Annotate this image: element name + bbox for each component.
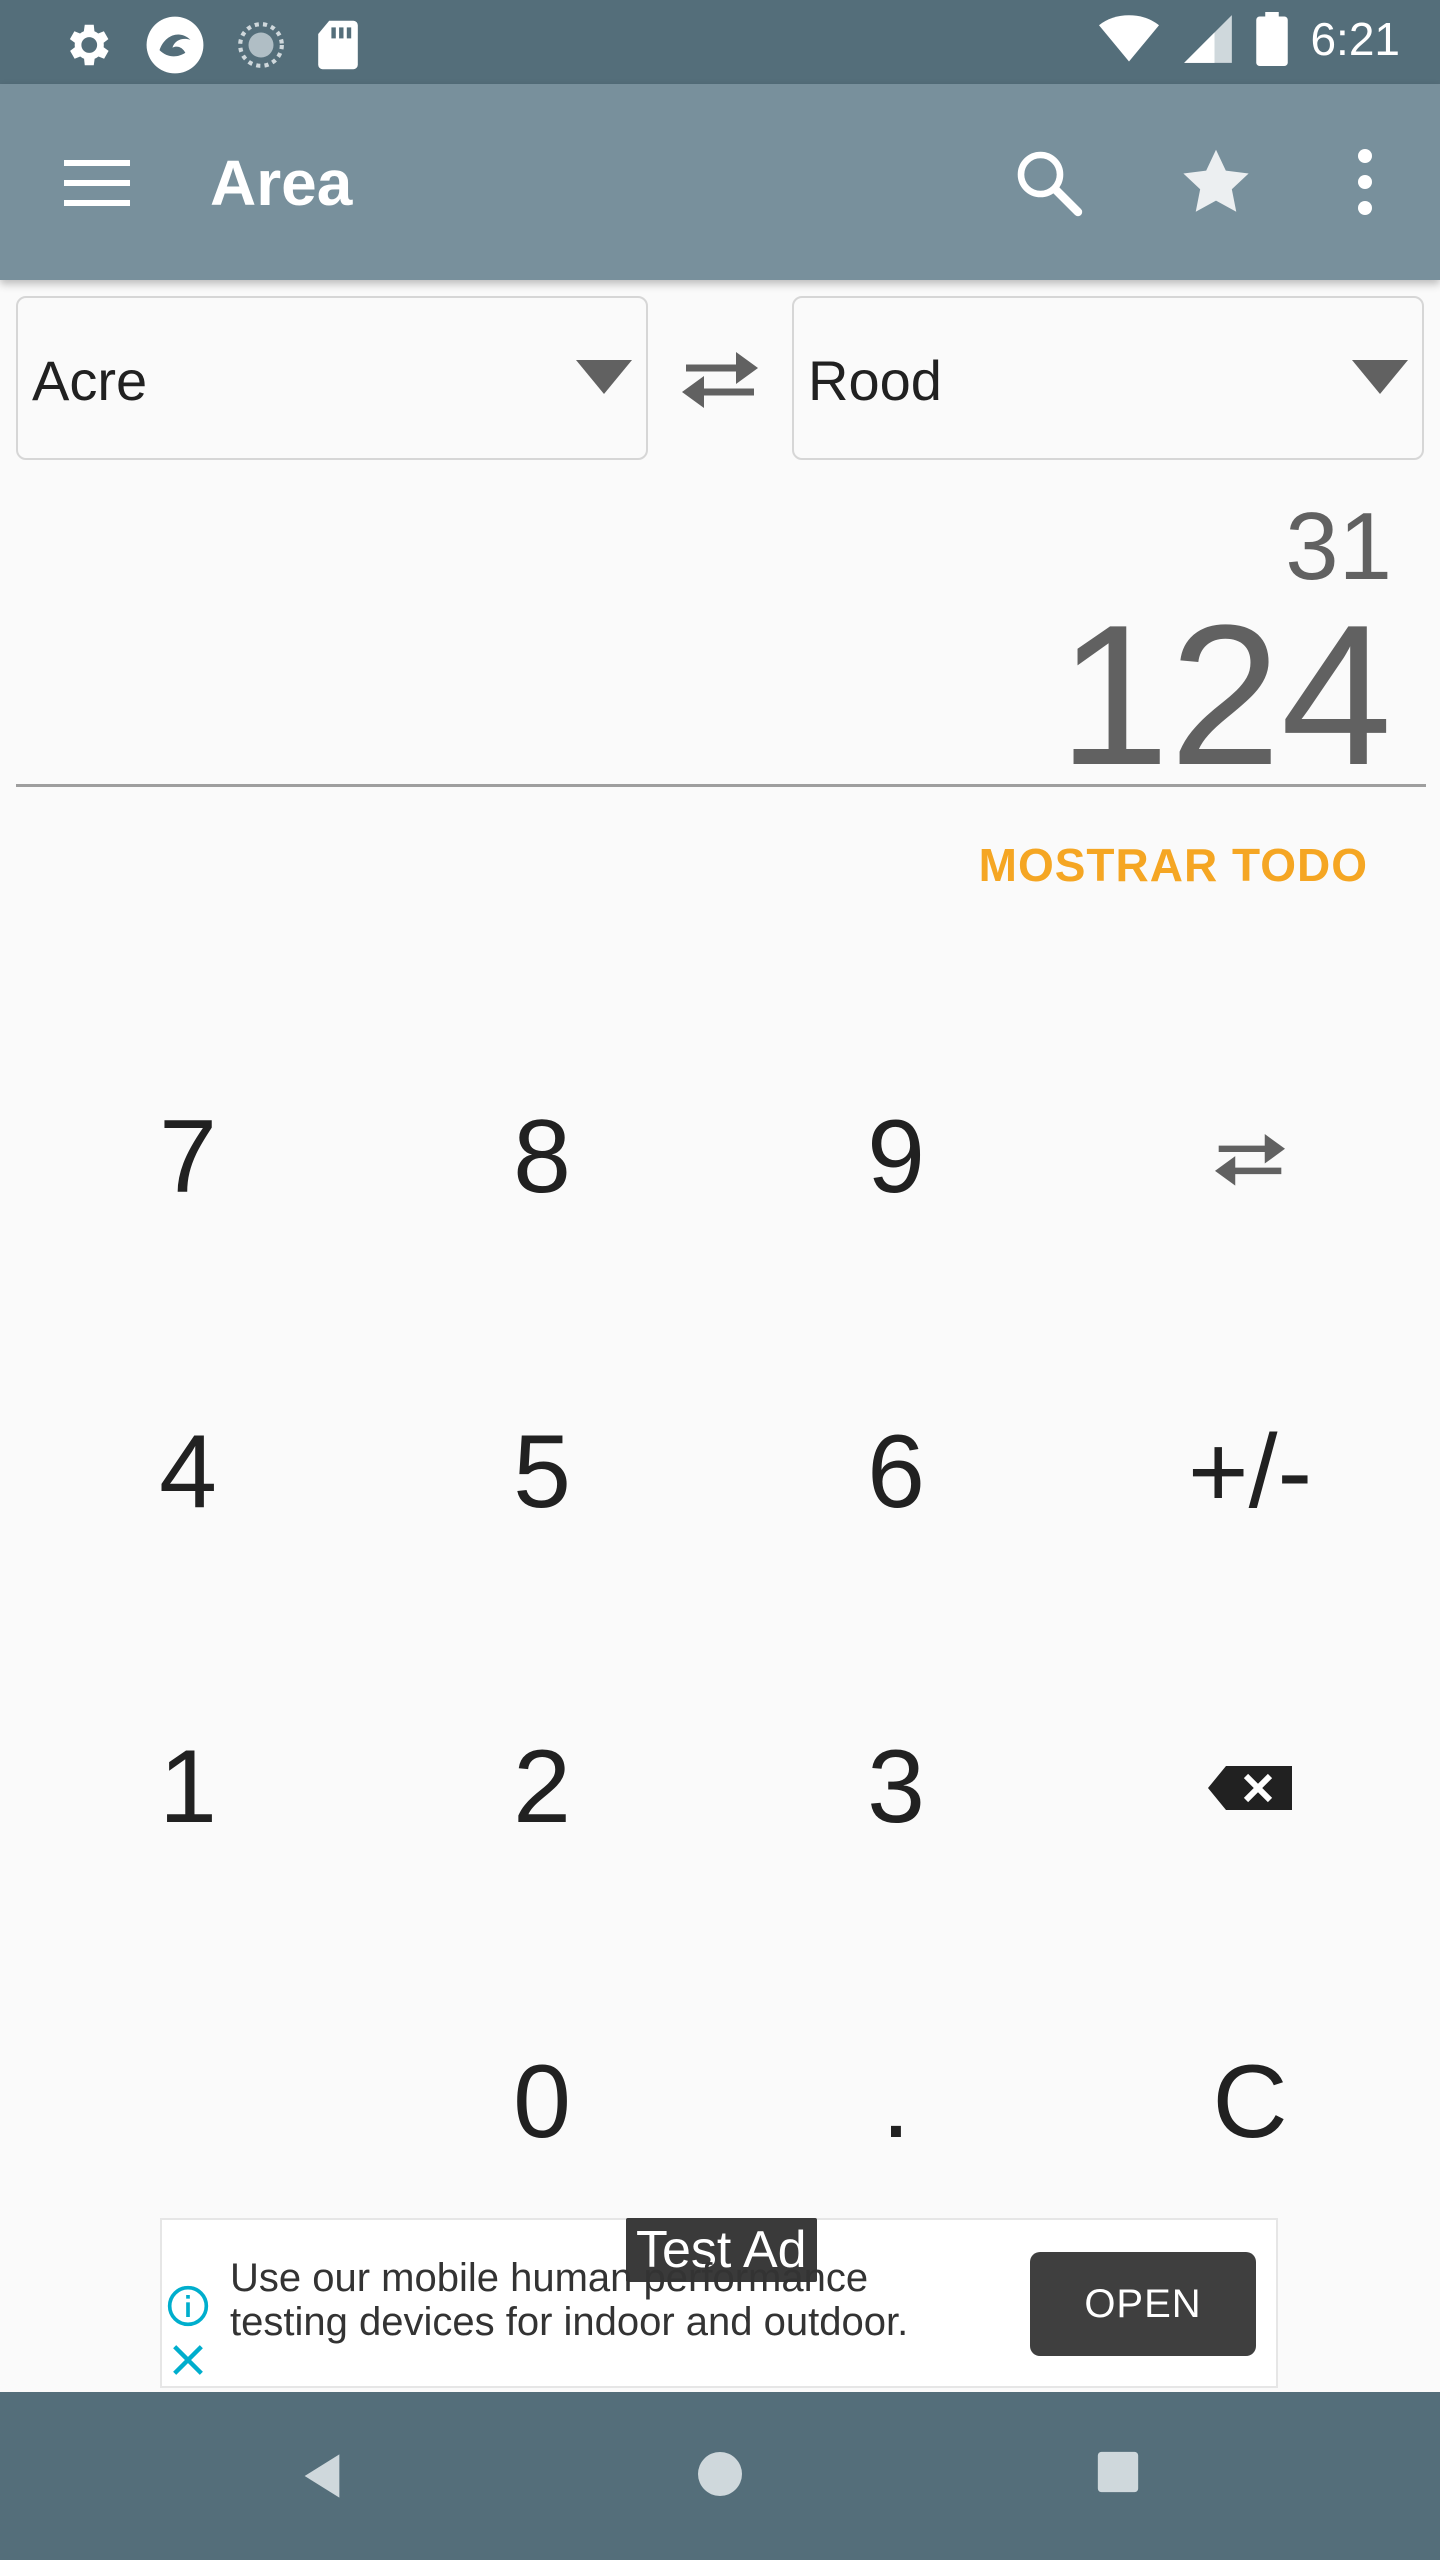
caret-down-icon xyxy=(1352,360,1408,394)
navigation-bar xyxy=(0,2392,1440,2560)
key-2[interactable]: 2 xyxy=(366,1630,718,1945)
result-value: 124 xyxy=(1058,584,1392,807)
key-0[interactable]: 0 xyxy=(366,1945,718,2260)
sd-card-icon xyxy=(318,20,358,70)
key-decimal[interactable]: . xyxy=(720,1945,1072,2260)
swap-icon xyxy=(1215,1133,1285,1186)
wifi-icon xyxy=(1099,15,1160,62)
status-right-icons: 6:21 xyxy=(1098,12,1400,66)
home-icon[interactable] xyxy=(696,2450,744,2498)
to-unit-dropdown[interactable]: Rood xyxy=(792,296,1424,460)
key-backspace[interactable] xyxy=(1074,1630,1426,1945)
more-vert-icon[interactable] xyxy=(1340,146,1390,218)
from-unit-dropdown[interactable]: Acre xyxy=(16,296,648,460)
status-left-icons xyxy=(60,14,360,76)
key-clear[interactable]: C xyxy=(1074,1945,1426,2260)
app-icon xyxy=(146,16,204,74)
page-title: Area xyxy=(210,147,353,219)
key-1[interactable]: 1 xyxy=(12,1630,364,1945)
key-9[interactable]: 9 xyxy=(720,1000,1072,1315)
key-4[interactable]: 4 xyxy=(12,1315,364,1630)
ad-text-line-1: Use our mobile human performance xyxy=(230,2256,869,2300)
key-6[interactable]: 6 xyxy=(720,1315,1072,1630)
key-8[interactable]: 8 xyxy=(366,1000,718,1315)
battery-icon xyxy=(1256,12,1289,66)
status-bar: 6:21 xyxy=(0,0,1440,84)
display-divider xyxy=(16,784,1426,787)
search-icon[interactable] xyxy=(1012,146,1084,218)
key-plus-minus[interactable]: +/- xyxy=(1074,1315,1426,1630)
key-5[interactable]: 5 xyxy=(366,1315,718,1630)
backspace-icon xyxy=(1208,1765,1292,1810)
to-unit-label: Rood xyxy=(808,349,942,412)
keypad: 7 8 9 4 5 6 +/- 1 2 3 0 . C xyxy=(0,1000,1440,2260)
ad-text: Use our mobile human performance testing… xyxy=(230,2256,1010,2344)
app-bar: Area xyxy=(0,84,1440,280)
ad-text-line-2: testing devices for indoor and outdoor. xyxy=(230,2300,909,2344)
signal-icon xyxy=(1184,15,1233,63)
from-unit-label: Acre xyxy=(32,349,148,412)
info-icon[interactable] xyxy=(166,2284,210,2328)
swap-units-icon[interactable] xyxy=(676,340,764,416)
caret-down-icon xyxy=(576,360,632,394)
status-time: 6:21 xyxy=(1310,13,1400,65)
back-icon[interactable] xyxy=(296,2450,348,2502)
menu-icon[interactable] xyxy=(64,158,130,208)
key-3[interactable]: 3 xyxy=(720,1630,1072,1945)
key-swap[interactable] xyxy=(1074,1000,1426,1315)
close-icon[interactable] xyxy=(168,2340,208,2380)
loading-icon xyxy=(238,22,284,68)
key-7[interactable]: 7 xyxy=(12,1000,364,1315)
show-all-button[interactable]: MOSTRAR TODO xyxy=(979,838,1368,892)
ad-open-button[interactable]: OPEN xyxy=(1030,2252,1256,2356)
settings-icon xyxy=(69,24,109,66)
star-icon[interactable] xyxy=(1178,144,1254,220)
recents-icon[interactable] xyxy=(1096,2450,1140,2494)
